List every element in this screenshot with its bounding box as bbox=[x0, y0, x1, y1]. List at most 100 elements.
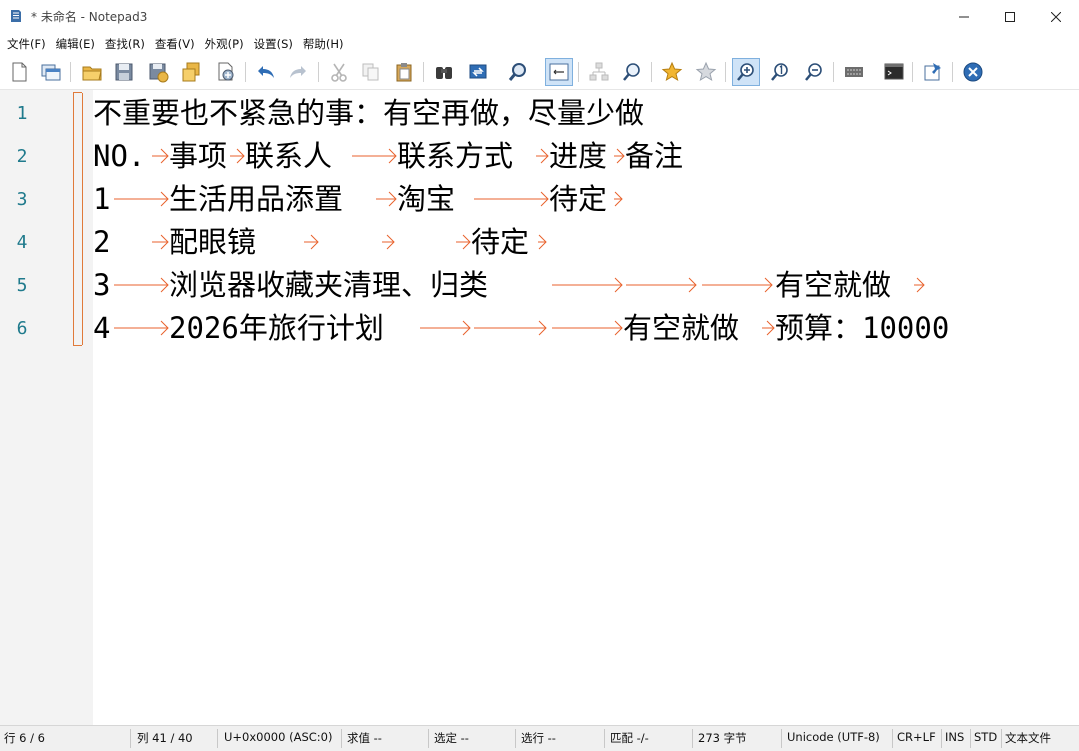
close-button[interactable] bbox=[1033, 0, 1079, 33]
line-number: 6 bbox=[16, 318, 28, 339]
cell-text: 1 bbox=[93, 182, 111, 216]
cell-text: 3 bbox=[93, 268, 111, 302]
save-button[interactable] bbox=[110, 58, 138, 86]
line-number: 1 bbox=[16, 103, 28, 124]
bookmark-remove-button[interactable] bbox=[692, 58, 720, 86]
favorite-file-button[interactable] bbox=[212, 58, 240, 86]
tab-marker bbox=[381, 221, 395, 264]
tab-arrow-icon bbox=[152, 148, 169, 164]
zoom-in-button[interactable] bbox=[732, 58, 760, 86]
title-bar: * 未命名 - Notepad3 bbox=[0, 0, 1079, 33]
zoom-reset-icon bbox=[771, 63, 788, 81]
tab-arrow-icon bbox=[352, 148, 397, 164]
status-evaluate[interactable]: 求值 -- bbox=[347, 730, 382, 746]
cell-text: 淘宝 bbox=[397, 182, 456, 216]
status-ins[interactable]: INS bbox=[945, 730, 964, 744]
status-std[interactable]: STD bbox=[974, 730, 997, 744]
status-bytes[interactable]: 273 字节 bbox=[698, 730, 747, 746]
undo-button[interactable] bbox=[252, 58, 280, 86]
bookmark-add-icon bbox=[661, 61, 683, 82]
menu-file[interactable]: 文件(F) bbox=[4, 34, 49, 54]
tab-arrow-icon bbox=[382, 234, 395, 250]
new-window-button[interactable] bbox=[37, 58, 65, 86]
tab-marker bbox=[113, 307, 169, 350]
tab-arrow-icon bbox=[114, 320, 169, 336]
tab-marker bbox=[613, 135, 625, 178]
tab-arrow-icon bbox=[552, 277, 623, 293]
zoom-out-button[interactable] bbox=[800, 58, 828, 86]
find-next-button[interactable] bbox=[504, 58, 532, 86]
cell-text: 有空就做 bbox=[775, 268, 892, 302]
paste-button[interactable] bbox=[390, 58, 418, 86]
tab-marker bbox=[761, 307, 775, 350]
pin-icon bbox=[924, 63, 941, 81]
editor-area[interactable]: 1 2 3 4 5 6 不重要也不紧急的事：有空再做，尽量少做 NO. 事项 联… bbox=[0, 90, 1079, 725]
text-line: 2 配眼镜 待定 bbox=[93, 221, 1073, 264]
search-zoom-button[interactable] bbox=[618, 58, 646, 86]
tab-marker bbox=[535, 135, 549, 178]
tab-marker bbox=[613, 178, 623, 221]
status-bar: 行 6 / 6 列 41 / 40 U+0x0000 (ASC:0) 求值 --… bbox=[0, 725, 1079, 751]
copy-button[interactable] bbox=[357, 58, 385, 86]
status-selection[interactable]: 选定 -- bbox=[434, 730, 469, 746]
tab-marker bbox=[151, 221, 169, 264]
exit-button[interactable] bbox=[959, 58, 987, 86]
status-filetype[interactable]: 文本文件 bbox=[1005, 730, 1051, 746]
find-button[interactable] bbox=[430, 58, 458, 86]
new-file-button[interactable] bbox=[5, 58, 33, 86]
favorite-file-icon bbox=[218, 62, 234, 81]
encoding-icon bbox=[845, 67, 863, 77]
cut-button[interactable] bbox=[325, 58, 353, 86]
cell-text: 2 bbox=[93, 225, 111, 259]
notepad3-app-icon bbox=[9, 9, 23, 23]
fold-marker[interactable] bbox=[73, 92, 83, 346]
cell-text: 联系方式 bbox=[397, 139, 514, 173]
replace-button[interactable] bbox=[464, 58, 492, 86]
status-encoding[interactable]: Unicode (UTF-8) bbox=[787, 730, 880, 744]
tab-marker bbox=[351, 135, 397, 178]
save-as-button[interactable] bbox=[144, 58, 172, 86]
menu-bar: 文件(F) 编辑(E) 查找(R) 查看(V) 外观(P) 设置(S) 帮助(H… bbox=[0, 33, 1079, 55]
maximize-button[interactable] bbox=[987, 0, 1033, 33]
status-column[interactable]: 列 41 / 40 bbox=[137, 730, 193, 746]
minimize-icon bbox=[959, 16, 969, 17]
tab-arrow-icon bbox=[420, 320, 471, 336]
pin-button[interactable] bbox=[919, 58, 947, 86]
word-wrap-button[interactable] bbox=[545, 58, 573, 86]
menu-edit[interactable]: 编辑(E) bbox=[53, 34, 98, 54]
text-line: 3 浏览器收藏夹清理、归类 有空就做 bbox=[93, 264, 1073, 307]
save-as-icon bbox=[149, 63, 169, 83]
tree-view-button[interactable] bbox=[585, 58, 613, 86]
line-number: 2 bbox=[16, 146, 28, 167]
zoom-reset-button[interactable] bbox=[766, 58, 794, 86]
word-wrap-icon bbox=[549, 63, 569, 81]
tab-arrow-icon bbox=[614, 191, 623, 207]
tab-marker bbox=[419, 307, 471, 350]
status-eol[interactable]: CR+LF bbox=[897, 730, 936, 744]
menu-appearance[interactable]: 外观(P) bbox=[202, 34, 247, 54]
encoding-button[interactable] bbox=[840, 58, 868, 86]
cell-text: NO. bbox=[93, 139, 146, 173]
cell-text: 生活用品添置 bbox=[169, 182, 344, 216]
toolbar bbox=[0, 55, 1079, 90]
menu-view[interactable]: 查看(V) bbox=[152, 34, 198, 54]
menu-settings[interactable]: 设置(S) bbox=[251, 34, 296, 54]
status-unicode[interactable]: U+0x0000 (ASC:0) bbox=[224, 730, 332, 744]
status-match[interactable]: 匹配 -/- bbox=[610, 730, 649, 746]
terminal-button[interactable] bbox=[880, 58, 908, 86]
menu-find[interactable]: 查找(R) bbox=[102, 34, 148, 54]
line-number-gutter: 1 2 3 4 5 6 bbox=[0, 90, 93, 725]
open-button[interactable] bbox=[78, 58, 106, 86]
save-copy-button[interactable] bbox=[178, 58, 206, 86]
cell-text: 浏览器收藏夹清理、归类 bbox=[169, 268, 489, 302]
status-line[interactable]: 行 6 / 6 bbox=[4, 730, 45, 746]
line-number: 4 bbox=[16, 232, 28, 253]
paste-icon bbox=[396, 63, 412, 82]
tab-marker bbox=[455, 221, 471, 264]
menu-help[interactable]: 帮助(H) bbox=[300, 34, 347, 54]
redo-button[interactable] bbox=[284, 58, 312, 86]
minimize-button[interactable] bbox=[941, 0, 987, 33]
tab-marker bbox=[551, 264, 623, 307]
bookmark-add-button[interactable] bbox=[658, 58, 686, 86]
status-selected-lines[interactable]: 选行 -- bbox=[521, 730, 556, 746]
